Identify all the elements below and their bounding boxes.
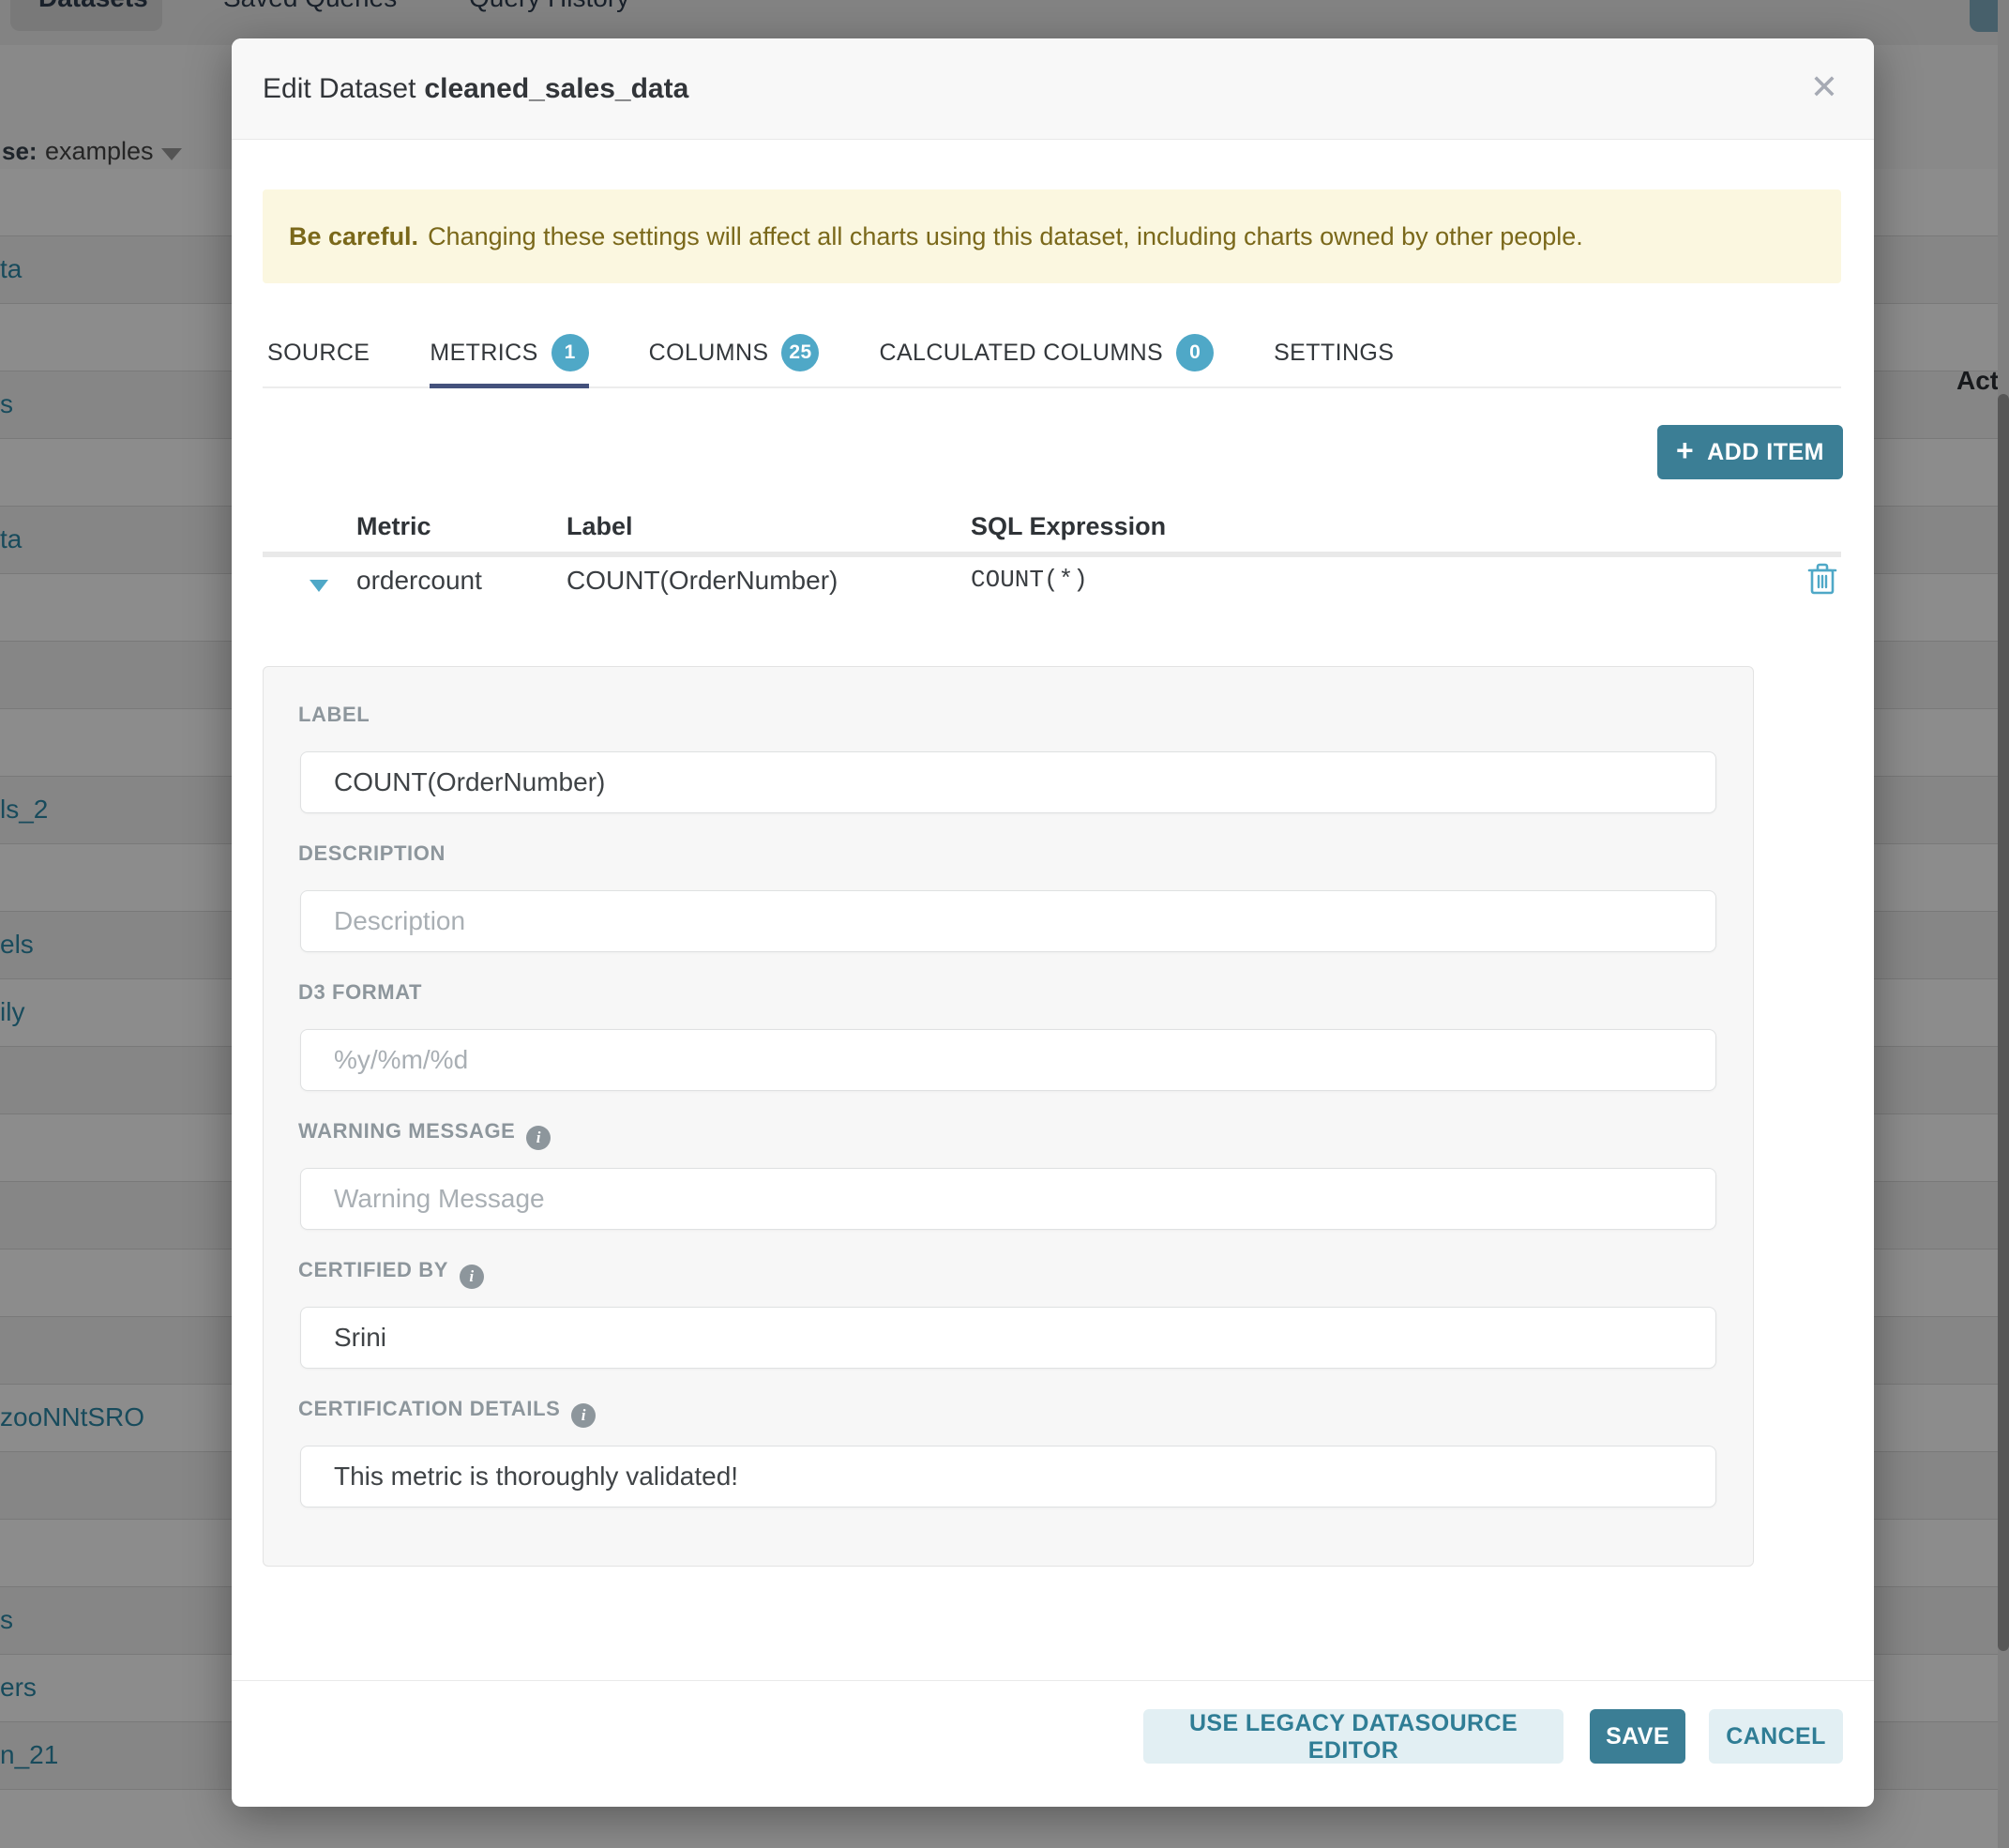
info-icon[interactable]: i (571, 1403, 596, 1428)
caret-down-icon[interactable] (310, 580, 328, 592)
modal-title: Edit Dataset cleaned_sales_data (263, 38, 688, 139)
warning-banner-bold: Be careful. (289, 222, 418, 250)
tab-settings[interactable]: SETTINGS (1274, 319, 1394, 386)
description-input[interactable] (300, 890, 1716, 952)
modal-tabs: SOURCE METRICS 1 COLUMNS 25 CALCULATED C… (263, 319, 1841, 388)
warning-banner-text: Changing these settings will affect all … (428, 222, 1583, 250)
info-icon[interactable]: i (526, 1126, 551, 1150)
d3-format-field-label: D3 FORMAT (298, 980, 422, 1005)
metric-detail-panel: LABEL DESCRIPTION D3 FORMAT WARNING MESS… (263, 666, 1754, 1567)
close-icon[interactable]: ✕ (1803, 38, 1846, 139)
tab-source[interactable]: SOURCE (267, 319, 370, 386)
metrics-count-badge: 1 (551, 334, 589, 371)
modal-title-dataset-name: cleaned_sales_data (424, 73, 688, 104)
plus-icon: + (1676, 435, 1694, 465)
calculated-columns-count-badge: 0 (1176, 334, 1214, 371)
modal-title-prefix: Edit Dataset (263, 73, 415, 104)
certification-details-input[interactable] (300, 1446, 1716, 1507)
column-header-metric: Metric (356, 512, 431, 541)
save-button[interactable]: SAVE (1590, 1709, 1685, 1764)
info-icon[interactable]: i (460, 1265, 484, 1289)
footer-divider (232, 1680, 1874, 1681)
table-header-divider (263, 552, 1841, 557)
warning-message-field-label: WARNING MESSAGEi (298, 1119, 551, 1145)
metric-name: ordercount (356, 566, 482, 596)
label-input[interactable] (300, 751, 1716, 813)
label-field-label: LABEL (298, 703, 370, 727)
trash-icon[interactable] (1807, 562, 1837, 600)
column-header-label: Label (566, 512, 633, 541)
tab-metrics[interactable]: METRICS 1 (430, 319, 588, 386)
metric-label: COUNT(OrderNumber) (566, 566, 838, 596)
column-header-sql-expression: SQL Expression (971, 512, 1166, 541)
warning-message-input[interactable] (300, 1168, 1716, 1230)
cancel-button[interactable]: CANCEL (1709, 1709, 1843, 1764)
certified-by-input[interactable] (300, 1307, 1716, 1369)
certified-by-field-label: CERTIFIED BYi (298, 1258, 484, 1284)
columns-count-badge: 25 (781, 334, 819, 371)
certification-details-field-label: CERTIFICATION DETAILSi (298, 1397, 596, 1423)
tab-calculated-columns[interactable]: CALCULATED COLUMNS 0 (879, 319, 1214, 386)
metric-sql-expression: COUNT(*) (971, 566, 1088, 594)
modal-header: Edit Dataset cleaned_sales_data ✕ (232, 38, 1874, 140)
warning-banner: Be careful. Changing these settings will … (263, 189, 1841, 283)
tab-columns[interactable]: COLUMNS 25 (649, 319, 820, 386)
use-legacy-datasource-editor-button[interactable]: USE LEGACY DATASOURCE EDITOR (1143, 1709, 1563, 1764)
edit-dataset-modal: Edit Dataset cleaned_sales_data ✕ Be care… (232, 38, 1874, 1807)
screen: Datasets Saved Queries Query History se:… (0, 0, 2009, 1848)
add-item-button[interactable]: + ADD ITEM (1657, 425, 1843, 479)
d3-format-input[interactable] (300, 1029, 1716, 1091)
description-field-label: DESCRIPTION (298, 841, 446, 866)
